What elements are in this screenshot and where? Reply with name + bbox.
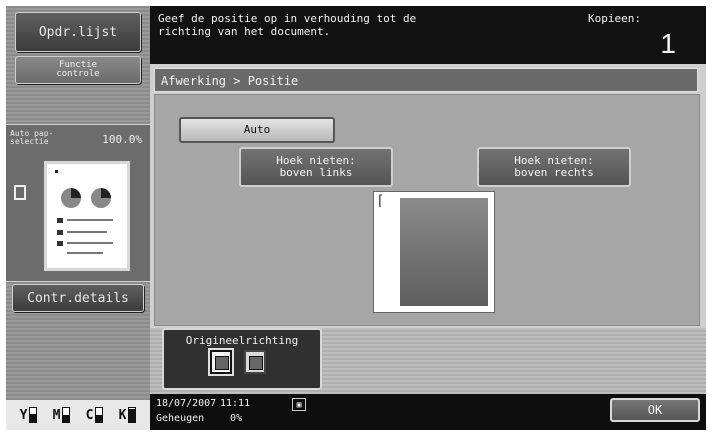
position-settings: Auto Hoek nieten: boven links Hoek niete… xyxy=(154,94,700,326)
instruction-text: Geef de positie op in verhouding tot de … xyxy=(158,12,558,38)
toner-k-letter: K xyxy=(118,408,127,423)
preview-panel: Auto pap-selectie 100.0% xyxy=(6,124,150,282)
staple-top-left-line-2: boven links xyxy=(279,166,353,179)
date: 18/07/2007 xyxy=(156,398,217,409)
thumbnail-image xyxy=(55,170,113,254)
status-bar: 18/07/2007 11:11 ▣ Geheugen 0% OK xyxy=(150,394,706,430)
paper-image xyxy=(400,198,488,306)
copies-label: Kopieen: xyxy=(588,12,641,25)
toner-k: K xyxy=(119,407,137,423)
document-thumbnail xyxy=(44,161,130,271)
staple-top-right-line-2: boven rechts xyxy=(514,166,594,179)
time: 11:11 xyxy=(220,398,251,409)
copies-value: 1 xyxy=(660,28,676,59)
function-check-label-2: controle xyxy=(56,69,100,79)
job-list-button[interactable]: Opdr.lijst xyxy=(15,12,141,52)
toner-levels: Y M C K xyxy=(6,400,150,430)
toner-y-bar xyxy=(29,407,38,423)
ok-button[interactable]: OK xyxy=(610,398,700,422)
toner-y-letter: Y xyxy=(19,408,28,423)
paper-select-label: Auto pap-selectie xyxy=(10,129,54,146)
auto-button[interactable]: Auto xyxy=(179,117,335,143)
landscape-orientation-icon[interactable] xyxy=(244,350,266,374)
staple-top-right-button[interactable]: Hoek nieten: boven rechts xyxy=(477,147,631,187)
instruction-line-2: richting van het document. xyxy=(158,25,331,38)
toner-c: C xyxy=(86,407,104,423)
toner-m: M xyxy=(53,407,71,423)
toner-k-bar xyxy=(128,407,137,423)
staple-top-left-button[interactable]: Hoek nieten: boven links xyxy=(239,147,393,187)
toner-m-bar xyxy=(62,407,71,423)
original-orientation-panel: Origineelrichting xyxy=(162,328,322,390)
memory-icon: ▣ xyxy=(292,398,306,411)
instruction-line-1: Geef de positie op in verhouding tot de xyxy=(158,12,417,25)
memory-value: 0% xyxy=(230,413,243,424)
toner-y: Y xyxy=(20,407,38,423)
check-details-button[interactable]: Contr.details xyxy=(12,284,144,312)
left-panel: Opdr.lijst Functie controle Auto pap-sel… xyxy=(6,6,150,430)
function-check-button[interactable]: Functie controle xyxy=(15,56,141,84)
toner-m-letter: M xyxy=(52,408,61,423)
message-area: Geef de positie op in verhouding tot de … xyxy=(150,6,706,64)
memory-label: Geheugen xyxy=(156,413,205,424)
toner-c-bar xyxy=(95,407,104,423)
original-orientation-label: Origineelrichting xyxy=(185,334,299,347)
main-panel: Afwerking > Positie Auto Hoek nieten: bo… xyxy=(150,64,706,394)
toner-c-letter: C xyxy=(85,408,94,423)
paper-preview: ⌈ xyxy=(373,191,495,313)
portrait-orientation-icon[interactable] xyxy=(210,350,232,374)
staple-corner-icon: ⌈ xyxy=(376,193,385,209)
zoom-value: 100.0% xyxy=(102,133,142,146)
breadcrumb: Afwerking > Positie xyxy=(154,68,698,92)
page-icon xyxy=(14,185,26,200)
